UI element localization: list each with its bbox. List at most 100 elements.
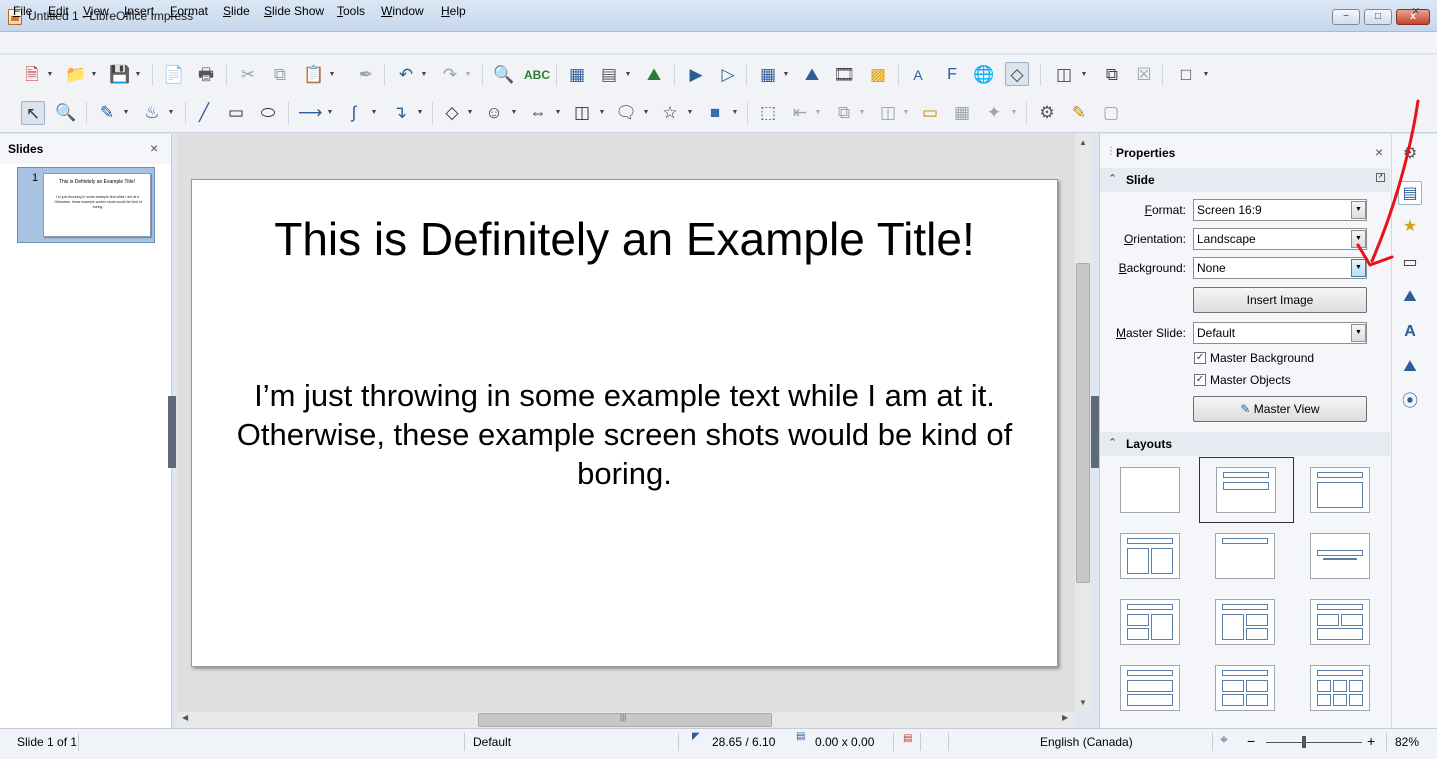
menu-slide-show[interactable]: Slide Show: [264, 4, 324, 18]
export-pdf-icon[interactable]: 📄: [162, 63, 186, 87]
zoom-pan-icon[interactable]: 🔍: [54, 101, 78, 125]
menu-window[interactable]: Window: [381, 4, 424, 18]
collapse-sidebar-handle[interactable]: [1091, 396, 1099, 468]
vertical-scrollbar-thumb[interactable]: [1076, 263, 1090, 583]
hyperlink-icon[interactable]: 🌐: [972, 63, 996, 87]
layout-title-2-content[interactable]: [1120, 533, 1180, 579]
display-views-icon[interactable]: ▤: [597, 63, 621, 87]
layout-title-content-selected[interactable]: [1199, 457, 1294, 523]
lines-arrows-dropdown-arrow[interactable]: ▼: [326, 101, 334, 125]
menu-edit[interactable]: Edit: [48, 4, 69, 18]
zoom-out-button[interactable]: −: [1247, 733, 1255, 749]
connector-dropdown-arrow[interactable]: ▼: [416, 101, 424, 125]
distribute-dropdown-arrow[interactable]: ▼: [902, 101, 910, 125]
spelling-icon[interactable]: ABC: [524, 63, 550, 87]
save-icon[interactable]: 💾: [108, 63, 132, 87]
master-view-button[interactable]: ✎ Master View: [1193, 396, 1367, 422]
sidebar-styles-icon[interactable]: A: [1398, 320, 1422, 344]
scroll-up-arrow-icon[interactable]: ▲: [1079, 138, 1087, 147]
collapse-caret-icon[interactable]: ⌃: [1108, 172, 1117, 185]
lines-arrows-icon[interactable]: ⟶: [298, 101, 322, 125]
points-icon[interactable]: ⬚: [756, 101, 780, 125]
menu-insert[interactable]: Insert: [124, 4, 154, 18]
symbol-shapes-icon[interactable]: ☺: [482, 101, 506, 125]
scroll-down-arrow-icon[interactable]: ▼: [1079, 698, 1087, 707]
undo-icon[interactable]: ↶: [394, 63, 418, 87]
curve-dropdown-arrow[interactable]: ▼: [370, 101, 378, 125]
layout-title-2-content-over-content[interactable]: [1310, 599, 1370, 645]
redo-icon[interactable]: ↷: [438, 63, 462, 87]
line-tool-icon[interactable]: ╱: [192, 101, 216, 125]
zoom-slider-knob[interactable]: [1302, 736, 1306, 748]
orientation-select[interactable]: Landscape: [1193, 228, 1367, 250]
line-color-icon[interactable]: ✎: [95, 101, 119, 125]
ellipse-tool-icon[interactable]: ⬭: [256, 101, 280, 125]
clone-formatting-icon[interactable]: ✒: [354, 63, 378, 87]
layout-blank[interactable]: [1120, 467, 1180, 513]
block-arrows-icon[interactable]: ⇔: [526, 101, 550, 125]
language-status[interactable]: English (Canada): [1040, 735, 1133, 749]
shadow-icon[interactable]: ▭: [918, 101, 942, 125]
menu-format[interactable]: Format: [170, 4, 208, 18]
new-slide-dropdown-arrow[interactable]: ▼: [1080, 63, 1088, 87]
insert-chart-icon[interactable]: ▩: [866, 63, 890, 87]
document-modified-icon[interactable]: ▤: [903, 733, 912, 744]
copy-icon[interactable]: ⧉: [268, 63, 292, 87]
duplicate-slide-icon[interactable]: ⧉: [1100, 63, 1124, 87]
toggle-extrusion-icon[interactable]: ⚙: [1035, 101, 1059, 125]
master-objects-checkbox[interactable]: ✓: [1194, 374, 1206, 386]
arrange-dropdown-arrow[interactable]: ▼: [858, 101, 866, 125]
3d-objects-icon[interactable]: ■: [703, 101, 727, 125]
close-document-icon[interactable]: ×: [1412, 3, 1420, 18]
zoom-slider-track[interactable]: [1266, 742, 1362, 743]
fit-slide-icon[interactable]: ⌖: [1220, 731, 1228, 748]
slide-body-text[interactable]: I’m just throwing in some example text w…: [232, 376, 1017, 493]
select-pointer-icon[interactable]: ↖: [21, 101, 45, 125]
scroll-left-arrow-icon[interactable]: ◀: [182, 713, 188, 722]
insert-media-icon[interactable]: 🎞: [832, 63, 856, 87]
callouts-icon[interactable]: 🗨: [614, 101, 638, 125]
master-slide-dropdown-arrow[interactable]: ▼: [1351, 324, 1366, 342]
basic-shapes-icon[interactable]: ◇: [1005, 62, 1029, 86]
format-select[interactable]: Screen 16:9: [1193, 199, 1367, 221]
find-replace-icon[interactable]: 🔍: [492, 63, 516, 87]
align-objects-icon[interactable]: ⇤: [788, 101, 812, 125]
display-views-dropdown-arrow[interactable]: ▼: [624, 63, 632, 87]
menu-slide[interactable]: Slide: [223, 4, 250, 18]
display-grid-icon[interactable]: ▦: [565, 63, 589, 87]
layout-centered-text[interactable]: [1310, 533, 1370, 579]
layouts-section-header[interactable]: ⌃ Layouts: [1100, 432, 1390, 456]
stars-icon[interactable]: ☆: [658, 101, 682, 125]
callouts-dropdown-arrow[interactable]: ▼: [642, 101, 650, 125]
menu-view[interactable]: View: [83, 4, 109, 18]
print-icon[interactable]: 🖶: [194, 63, 218, 87]
distribute-icon[interactable]: ◫: [876, 101, 900, 125]
sidebar-master-slides-icon[interactable]: ⛰: [1398, 285, 1422, 309]
3d-toggle-icon[interactable]: ▢: [1099, 101, 1123, 125]
curve-tool-icon[interactable]: ∫: [342, 101, 366, 125]
zoom-in-button[interactable]: +: [1367, 733, 1375, 749]
new-dropdown-arrow[interactable]: ▼: [46, 63, 54, 87]
insert-image-icon[interactable]: ⛰: [800, 63, 824, 87]
background-select[interactable]: None: [1193, 257, 1367, 279]
save-dropdown-arrow[interactable]: ▼: [134, 63, 142, 87]
fill-color-dropdown-arrow[interactable]: ▼: [167, 101, 175, 125]
open-dropdown-arrow[interactable]: ▼: [90, 63, 98, 87]
fill-color-icon[interactable]: ♨: [140, 101, 164, 125]
start-from-current-slide-icon[interactable]: ▷: [716, 63, 740, 87]
table-dropdown-arrow[interactable]: ▼: [782, 63, 790, 87]
flowchart-icon[interactable]: ◫: [570, 101, 594, 125]
slide-thumbnail-item[interactable]: 1 This is Definitely an Example Title! I…: [17, 167, 155, 243]
arrange-icon[interactable]: ⧉: [832, 101, 856, 125]
slide-section-header[interactable]: ⌃ Slide ↗: [1100, 168, 1390, 192]
flowchart-dropdown-arrow[interactable]: ▼: [598, 101, 606, 125]
layout-title-only[interactable]: [1215, 533, 1275, 579]
menu-file[interactable]: File: [13, 4, 32, 18]
block-arrows-dropdown-arrow[interactable]: ▼: [554, 101, 562, 125]
layout-title-content[interactable]: [1310, 467, 1370, 513]
scroll-right-arrow-icon[interactable]: ▶: [1062, 713, 1068, 722]
filter-dropdown-arrow[interactable]: ▼: [1010, 101, 1018, 125]
3d-objects-dropdown-arrow[interactable]: ▼: [731, 101, 739, 125]
image-icon[interactable]: ⛰: [642, 63, 666, 87]
layout-title-content-2-content[interactable]: [1215, 599, 1275, 645]
